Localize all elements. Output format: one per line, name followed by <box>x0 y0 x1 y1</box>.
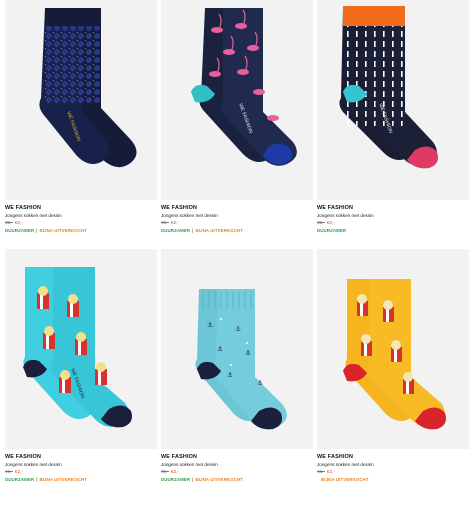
tag-separator: | <box>36 477 38 482</box>
price-new: €2,- <box>170 469 179 474</box>
price-old: €5,- <box>5 220 13 225</box>
product-image-navy-dotted-socks[interactable]: WE FASHION <box>5 0 157 200</box>
product-card[interactable]: WE FASHION WE FASHION Jongens sokken met… <box>5 0 157 235</box>
product-name[interactable]: Jongens sokken met dessin <box>317 461 469 468</box>
svg-text:⚓: ⚓ <box>245 349 251 357</box>
product-image-popcorn-turquoise-socks[interactable]: WE FASHION <box>5 249 157 449</box>
product-card[interactable]: WE FASHION WE FASHION Jongens sokken met… <box>317 0 469 235</box>
tag-separator: | <box>192 477 194 482</box>
product-grid: WE FASHION WE FASHION Jongens sokken met… <box>0 0 475 511</box>
tag-almost-sold-out: BIJNA UITVERKOCHT <box>39 228 88 233</box>
product-tags: DUURZAMER | BIJNA UITVERKOCHT <box>5 476 157 484</box>
product-price: €5,- €2,- <box>161 468 313 476</box>
product-image-flamingo-socks[interactable]: WE FASHION <box>161 0 313 200</box>
product-price: €5,- €2,- <box>5 219 157 227</box>
product-brand: WE FASHION <box>317 205 354 211</box>
product-name[interactable]: Jongens sokken met dessin <box>5 212 157 219</box>
tag-sustainable: DUURZAMER <box>5 477 35 482</box>
price-old: €5,- <box>161 220 169 225</box>
product-card[interactable]: ⚓ ⚓ ⚓ ⚓ ⚓ ⚓ WE FASHION Jongens sokken met d… <box>161 249 313 484</box>
tag-sustainable: DUURZAMER <box>5 228 35 233</box>
product-brand: WE FASHION <box>317 454 354 460</box>
product-name[interactable]: Jongens sokken met dessin <box>161 461 313 468</box>
tag-separator: | <box>192 228 194 233</box>
tag-sustainable: DUURZAMER <box>161 228 191 233</box>
tag-almost-sold-out: BIJNA UITVERKOCHT <box>39 477 88 482</box>
product-brand: WE FASHION <box>161 205 198 211</box>
tag-sustainable: DUURZAMER <box>161 477 191 482</box>
price-new: €2,- <box>326 469 335 474</box>
product-card[interactable]: WE FASHION Jongens sokken met dessin €5,… <box>317 249 469 484</box>
product-brand: WE FASHION <box>5 205 42 211</box>
product-tags: DUURZAMER | BIJNA UITVERKOCHT <box>161 227 313 235</box>
product-brand: WE FASHION <box>161 454 198 460</box>
product-image-anchor-socks[interactable]: ⚓ ⚓ ⚓ ⚓ ⚓ ⚓ <box>161 249 313 449</box>
product-price: €5,- €2,- <box>5 468 157 476</box>
price-old: €5,- <box>317 220 325 225</box>
price-old: €5,- <box>317 469 325 474</box>
product-name[interactable]: Jongens sokken met dessin <box>161 212 313 219</box>
product-tags: DUURZAMER <box>317 227 469 235</box>
tag-almost-sold-out: BIJNA UITVERKOCHT <box>321 477 369 482</box>
product-name[interactable]: Jongens sokken met dessin <box>317 212 469 219</box>
price-new: €2,- <box>170 220 179 225</box>
product-brand: WE FASHION <box>5 454 42 460</box>
tag-almost-sold-out: BIJNA UITVERKOCHT <box>195 228 244 233</box>
product-card[interactable]: WE FASHION WE FASHION Jongens sokken met… <box>161 0 313 235</box>
price-old: €5,- <box>161 469 169 474</box>
svg-text:⚓: ⚓ <box>207 321 213 329</box>
product-name[interactable]: Jongens sokken met dessin <box>5 461 157 468</box>
product-tags: DUURZAMER | BIJNA UITVERKOCHT <box>5 227 157 235</box>
svg-text:⚓: ⚓ <box>227 371 233 379</box>
price-new: €2,- <box>14 220 23 225</box>
price-old: €5,- <box>5 469 13 474</box>
price-new: €2,- <box>326 220 335 225</box>
product-price: €5,- €2,- <box>317 219 469 227</box>
svg-text:⚓: ⚓ <box>257 379 263 387</box>
product-image-popcorn-yellow-socks[interactable] <box>317 249 469 449</box>
product-tags: DUURZAMER | BIJNA UITVERKOCHT <box>161 476 313 484</box>
product-price: €5,- €2,- <box>317 468 469 476</box>
product-card[interactable]: WE FASHION WE FASHION Jongens sokken met… <box>5 249 157 484</box>
svg-text:⚓: ⚓ <box>217 345 223 353</box>
svg-text:⚓: ⚓ <box>235 325 241 333</box>
product-tags: BIJNA UITVERKOCHT <box>317 476 469 484</box>
tag-sustainable: DUURZAMER <box>317 228 347 233</box>
product-price: €5,- €2,- <box>161 219 313 227</box>
tag-separator: | <box>36 228 38 233</box>
product-image-rain-dash-socks[interactable]: WE FASHION <box>317 0 469 200</box>
price-new: €2,- <box>14 469 23 474</box>
tag-almost-sold-out: BIJNA UITVERKOCHT <box>195 477 244 482</box>
